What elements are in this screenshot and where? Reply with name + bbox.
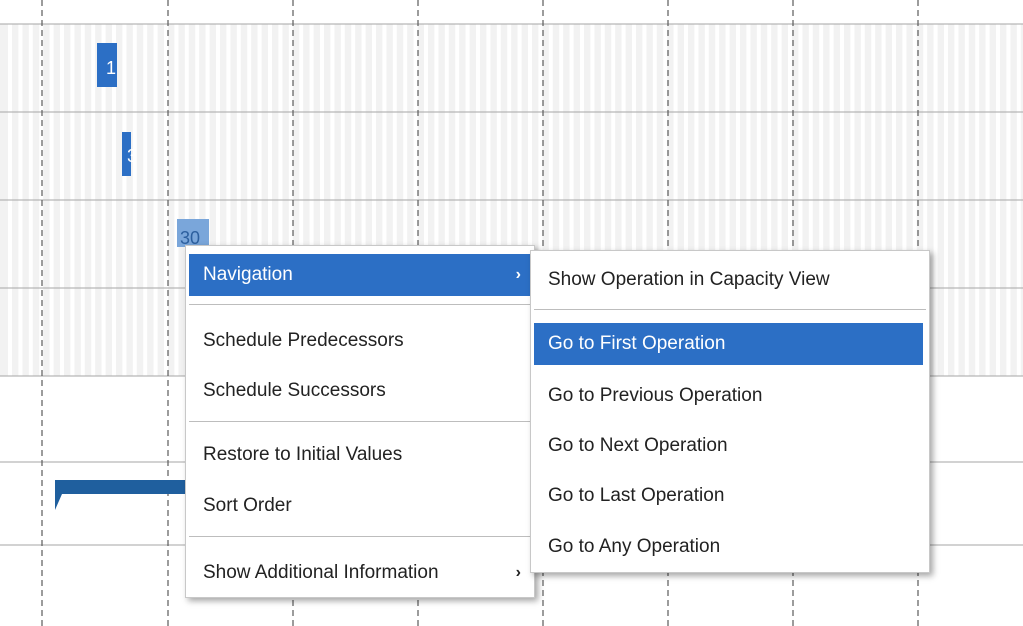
menu-item-restore-initial-values[interactable]: Restore to Initial Values: [189, 434, 531, 476]
chevron-right-icon: ›: [515, 266, 521, 283]
menu-separator: [534, 309, 926, 310]
context-menu: Navigation › Schedule Predecessors Sched…: [185, 245, 535, 598]
menu-item-label: Go to Last Operation: [548, 485, 725, 506]
menu-item-label: Show Operation in Capacity View: [548, 269, 830, 290]
menu-item-label: Navigation: [203, 264, 293, 285]
menu-item-label: Restore to Initial Values: [203, 444, 403, 465]
operation-bar-label: 3: [127, 146, 137, 166]
menu-item-go-next[interactable]: Go to Next Operation: [534, 425, 926, 467]
chevron-right-icon: ›: [515, 564, 521, 581]
operation-bar-label: 1: [106, 58, 116, 78]
menu-item-sort-order[interactable]: Sort Order: [189, 485, 531, 527]
menu-separator: [189, 421, 531, 422]
menu-item-go-previous[interactable]: Go to Previous Operation: [534, 375, 926, 417]
menu-item-go-any[interactable]: Go to Any Operation: [534, 526, 926, 568]
navigation-submenu: Show Operation in Capacity View Go to Fi…: [530, 250, 930, 573]
menu-item-show-additional-information[interactable]: Show Additional Information ›: [189, 552, 531, 594]
menu-item-label: Show Additional Information: [203, 562, 439, 583]
menu-item-label: Go to Next Operation: [548, 435, 728, 456]
summary-bar: [55, 480, 190, 510]
menu-item-navigation[interactable]: Navigation ›: [189, 254, 531, 296]
menu-item-label: Schedule Successors: [203, 380, 386, 401]
menu-item-label: Schedule Predecessors: [203, 330, 404, 351]
menu-item-go-first[interactable]: Go to First Operation: [534, 323, 923, 365]
menu-item-go-last[interactable]: Go to Last Operation: [534, 475, 926, 517]
menu-item-label: Sort Order: [203, 495, 292, 516]
menu-separator: [189, 304, 531, 305]
menu-separator: [189, 536, 531, 537]
menu-item-label: Go to Previous Operation: [548, 385, 763, 406]
menu-item-label: Go to First Operation: [548, 333, 726, 354]
menu-item-schedule-successors[interactable]: Schedule Successors: [189, 370, 531, 412]
menu-item-schedule-predecessors[interactable]: Schedule Predecessors: [189, 320, 531, 362]
menu-item-label: Go to Any Operation: [548, 536, 721, 557]
menu-item-show-in-capacity-view[interactable]: Show Operation in Capacity View: [534, 259, 926, 301]
